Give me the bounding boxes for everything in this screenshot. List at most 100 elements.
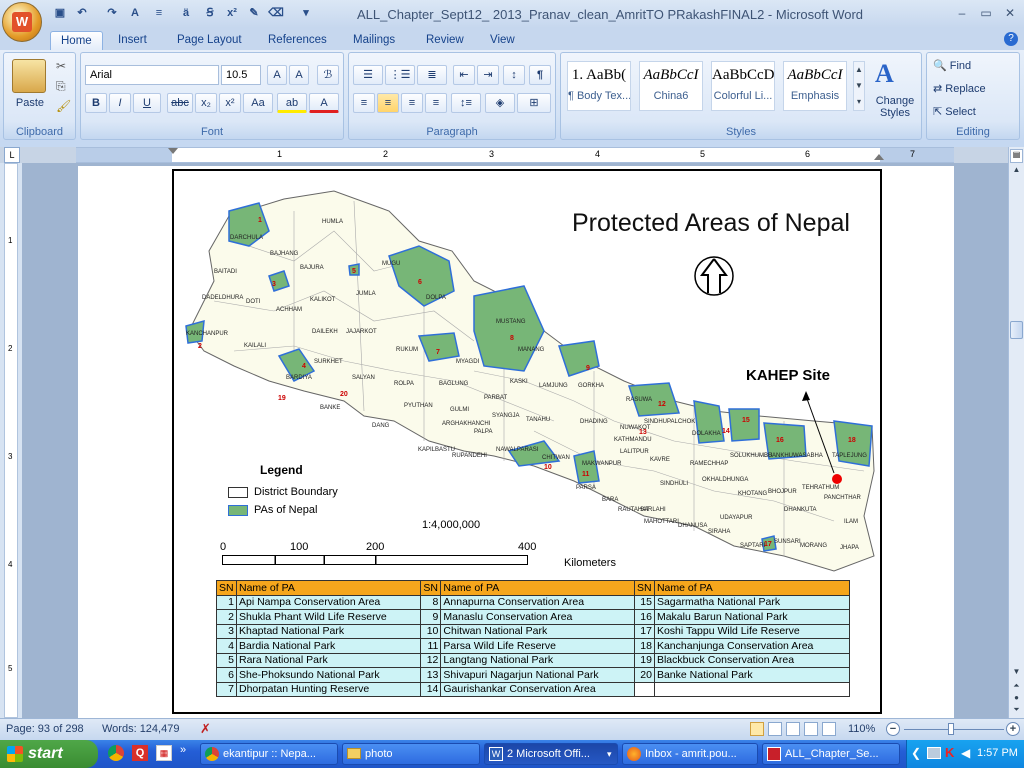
word-count[interactable]: Words: 124,479 xyxy=(102,723,179,735)
quicklaunch-more-icon[interactable]: » xyxy=(180,744,186,756)
center-button[interactable]: ≡ xyxy=(377,93,399,113)
scroll-thumb[interactable] xyxy=(1010,321,1023,339)
scroll-up-icon[interactable]: ▲ xyxy=(1010,165,1023,179)
paste-icon[interactable] xyxy=(12,59,46,93)
scroll-down-icon[interactable]: ▼ xyxy=(1010,667,1023,679)
minimize-button[interactable]: – xyxy=(950,4,974,22)
styles-scroll[interactable]: ▲ ▼ ▾ xyxy=(853,61,865,111)
right-indent-marker[interactable] xyxy=(874,154,884,160)
previous-page-icon[interactable]: ⏶ xyxy=(1010,681,1023,693)
shrink-font-button[interactable]: A xyxy=(289,65,309,85)
full-screen-reading-icon[interactable] xyxy=(768,722,782,736)
grow-font-button[interactable]: A xyxy=(267,65,287,85)
show-marks-button[interactable]: ¶ xyxy=(529,65,551,85)
strikethrough-button[interactable]: abc xyxy=(167,93,193,113)
zoom-out-icon[interactable]: − xyxy=(886,722,900,736)
shading-button[interactable]: ◈ xyxy=(485,93,515,113)
tab-page-layout[interactable]: Page Layout xyxy=(167,31,252,50)
browse-object-icon[interactable]: ● xyxy=(1010,693,1023,705)
change-styles-button[interactable]: Change Styles xyxy=(869,95,921,119)
underline-button[interactable]: U xyxy=(133,93,161,113)
align-right-button[interactable]: ≡ xyxy=(401,93,423,113)
bold-button[interactable]: B xyxy=(85,93,107,113)
print-layout-icon[interactable] xyxy=(750,722,764,736)
taskbar-item-ekantipur[interactable]: ekantipur :: Nepa... xyxy=(200,743,338,765)
borders-button[interactable]: ⊞ xyxy=(517,93,551,113)
copy-icon[interactable]: ⎘ xyxy=(56,79,66,94)
clear-formatting-button[interactable]: ℬ xyxy=(317,65,339,85)
tab-references[interactable]: References xyxy=(258,31,337,50)
chrome-quicklaunch-icon[interactable] xyxy=(108,745,124,761)
tab-view[interactable]: View xyxy=(480,31,525,50)
start-button[interactable]: start xyxy=(0,740,98,768)
decrease-indent-button[interactable]: ⇤ xyxy=(453,65,475,85)
italic-button[interactable]: I xyxy=(109,93,131,113)
page-count[interactable]: Page: 93 of 298 xyxy=(6,723,84,735)
save-icon[interactable]: ▣ xyxy=(52,5,68,21)
tray-collapse-icon[interactable]: ❮ xyxy=(911,746,921,760)
highlight-button[interactable]: ab xyxy=(277,93,307,113)
vertical-ruler[interactable]: 1 2 3 4 5 xyxy=(4,163,18,718)
font-size-combo[interactable]: 10.5 xyxy=(221,65,261,85)
vertical-scrollbar[interactable]: ▤ ▲ ▼ ⏶ ● ⏷ xyxy=(1008,147,1024,718)
subscript-button[interactable]: x₂ xyxy=(195,93,217,113)
taskbar-item-photo[interactable]: photo xyxy=(342,743,480,765)
ruler-toggle-icon[interactable]: ▤ xyxy=(1010,149,1023,163)
superscript-button[interactable]: x² xyxy=(219,93,241,113)
web-layout-icon[interactable] xyxy=(786,722,800,736)
strikethrough-icon[interactable]: Ꞩ xyxy=(202,5,218,21)
undo-icon[interactable]: ↶ xyxy=(74,5,90,21)
restore-button[interactable]: ▭ xyxy=(974,4,998,22)
justify-button[interactable]: ≡ xyxy=(425,93,447,113)
tray-k-icon[interactable]: K xyxy=(945,745,954,760)
help-icon[interactable]: ? xyxy=(1004,32,1018,46)
next-page-icon[interactable]: ⏷ xyxy=(1010,705,1023,717)
close-button[interactable]: ✕ xyxy=(998,4,1022,22)
volume-icon[interactable]: ◀ xyxy=(961,746,970,760)
redo-icon[interactable]: ↷ xyxy=(104,5,120,21)
outline-view-icon[interactable] xyxy=(804,722,818,736)
zoom-slider-thumb[interactable] xyxy=(948,723,954,735)
line-spacing-button[interactable]: ↕≡ xyxy=(451,93,481,113)
proofing-icon[interactable]: ✗ xyxy=(200,721,211,737)
zoom-slider-track[interactable] xyxy=(904,729,1004,730)
tab-selector[interactable]: L xyxy=(4,147,20,163)
taskbar-item-office[interactable]: W 2 Microsoft Offi... ▾ xyxy=(484,743,618,765)
draft-view-icon[interactable] xyxy=(822,722,836,736)
quicklaunch-doc-icon[interactable]: ▦ xyxy=(156,745,172,761)
taskbar-item-inbox[interactable]: Inbox - amrit.pou... xyxy=(622,743,758,765)
font-color-icon[interactable]: A xyxy=(127,5,143,21)
format-icon[interactable]: ≡ xyxy=(151,5,167,21)
style-body-text[interactable]: 1. AaBb( ¶ Body Tex... xyxy=(567,61,631,111)
clock[interactable]: 1:57 PM xyxy=(977,747,1018,759)
format-painter-icon[interactable]: 🖌 xyxy=(56,99,71,113)
horizontal-ruler[interactable]: 1 2 3 4 5 6 7 xyxy=(76,147,954,163)
tab-mailings[interactable]: Mailings xyxy=(343,31,405,50)
change-styles-icon[interactable]: A xyxy=(875,59,894,89)
first-line-indent-marker[interactable] xyxy=(168,148,178,154)
office-button[interactable]: W xyxy=(2,2,42,42)
superscript-icon[interactable]: x² xyxy=(224,5,240,21)
style-china6[interactable]: AaBbCcI China6 xyxy=(639,61,703,111)
style-emphasis[interactable]: AaBbCcI Emphasis xyxy=(783,61,847,111)
align-left-button[interactable]: ≡ xyxy=(353,93,375,113)
bullets-button[interactable]: ☰ xyxy=(353,65,383,85)
zoom-in-icon[interactable]: + xyxy=(1006,722,1020,736)
multilevel-list-button[interactable]: ≣ xyxy=(417,65,447,85)
tab-insert[interactable]: Insert xyxy=(108,31,157,50)
tab-review[interactable]: Review xyxy=(416,31,474,50)
replace-button[interactable]: ⇄ Replace xyxy=(933,82,986,95)
sort-button[interactable]: ↕ xyxy=(503,65,525,85)
spelling-icon[interactable]: ä xyxy=(178,5,194,21)
font-color-button[interactable]: A xyxy=(309,93,339,113)
paste-button[interactable]: Paste xyxy=(8,97,52,109)
cut-icon[interactable]: ✂ xyxy=(56,59,66,73)
tab-home[interactable]: Home xyxy=(50,31,103,50)
change-case-button[interactable]: Aa xyxy=(243,93,273,113)
format-painter-icon[interactable]: ✎ xyxy=(246,5,262,21)
numbering-button[interactable]: ⋮☰ xyxy=(385,65,415,85)
zoom-level[interactable]: 110% xyxy=(848,723,875,735)
style-colorful-list[interactable]: AaBbCcD Colorful Li... xyxy=(711,61,775,111)
select-button[interactable]: ⇱ Select xyxy=(933,105,976,118)
increase-indent-button[interactable]: ⇥ xyxy=(477,65,499,85)
